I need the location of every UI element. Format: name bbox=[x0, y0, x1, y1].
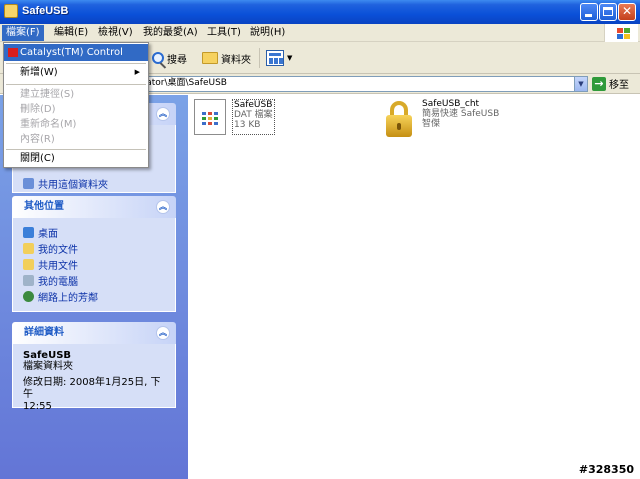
shared-documents-icon bbox=[23, 258, 34, 270]
link-desktop-label: 桌面 bbox=[38, 228, 58, 240]
search-icon bbox=[152, 52, 164, 64]
details-name: SafeUSB bbox=[23, 350, 72, 361]
link-my-computer[interactable]: 我的電腦 bbox=[23, 272, 165, 288]
details-modified: 修改日期: 2008年1月25日, 下午 bbox=[23, 377, 161, 400]
collapse-icon[interactable]: ︽ bbox=[156, 326, 170, 340]
go-arrow-icon: → bbox=[592, 76, 606, 91]
views-button[interactable]: ▼ bbox=[266, 47, 292, 69]
link-network-places-label: 網路上的芳鄰 bbox=[38, 292, 98, 304]
file-size: 13 KB bbox=[234, 120, 261, 130]
my-documents-icon bbox=[23, 242, 34, 254]
link-my-computer-label: 我的電腦 bbox=[38, 276, 78, 288]
file-description: 簡易快速 SafeUSB bbox=[422, 109, 500, 119]
menu-item-label: 建立捷徑(S) bbox=[20, 89, 75, 100]
menu-item-catalyst[interactable]: Catalyst(TM) Control Center bbox=[4, 44, 148, 75]
window-title: SafeUSB bbox=[22, 5, 69, 17]
folders-label: 資料夾 bbox=[221, 54, 251, 66]
menu-tools[interactable]: 工具(T) bbox=[203, 25, 245, 41]
menu-item-label: 新增(W) bbox=[20, 67, 58, 78]
file-item[interactable]: SafeUSB_cht 簡易快速 SafeUSB 智傑 bbox=[384, 99, 499, 139]
dat-file-icon bbox=[194, 99, 226, 135]
menu-view[interactable]: 檢視(V) bbox=[94, 25, 137, 41]
details-type: 檔案資料夾 bbox=[23, 361, 73, 372]
menu-item-label: 內容(R) bbox=[20, 134, 55, 145]
other-places-header[interactable]: 其他位置 ︽ bbox=[12, 196, 176, 218]
search-label: 搜尋 bbox=[167, 54, 187, 66]
details-header[interactable]: 詳細資料 ︽ bbox=[12, 322, 176, 344]
file-view[interactable]: SafeUSB DAT 檔案 13 KB SafeUSB_cht 簡易快速 Sa… bbox=[188, 95, 640, 479]
submenu-arrow-icon: ▶ bbox=[134, 68, 140, 76]
menu-item-label: 關閉(C) bbox=[20, 153, 55, 164]
folder-icon bbox=[202, 52, 218, 64]
file-name: SafeUSB bbox=[234, 100, 273, 110]
menu-favorites[interactable]: 我的最愛(A) bbox=[139, 25, 202, 41]
link-shared-documents-label: 共用文件 bbox=[38, 260, 78, 272]
file-type: DAT 檔案 bbox=[234, 110, 273, 120]
link-network-places[interactable]: 網路上的芳鄰 bbox=[23, 288, 165, 304]
views-icon bbox=[266, 50, 284, 66]
folder-icon bbox=[4, 4, 18, 18]
menu-edit[interactable]: 編輯(E) bbox=[50, 25, 92, 41]
share-folder-label: 共用這個資料夾 bbox=[38, 179, 108, 191]
maximize-button[interactable] bbox=[599, 3, 617, 21]
chevron-down-icon: ▼ bbox=[287, 54, 293, 62]
my-computer-icon bbox=[23, 274, 34, 286]
other-places-body: 桌面 我的文件 共用文件 我的電腦 網路上的芳鄰 bbox=[12, 218, 176, 312]
windows-logo-icon bbox=[604, 24, 638, 42]
catalyst-icon bbox=[8, 48, 18, 57]
collapse-icon[interactable]: ︽ bbox=[156, 200, 170, 214]
link-my-documents[interactable]: 我的文件 bbox=[23, 240, 165, 256]
link-my-documents-label: 我的文件 bbox=[38, 244, 78, 256]
menu-file[interactable]: 檔案(F) bbox=[2, 25, 44, 41]
other-places-title: 其他位置 bbox=[24, 201, 64, 212]
file-name: SafeUSB_cht bbox=[422, 99, 480, 109]
address-dropdown-button[interactable]: ▼ bbox=[574, 77, 587, 91]
minimize-icon bbox=[585, 14, 592, 17]
watermark: #328350 bbox=[578, 463, 634, 476]
close-icon: ✕ bbox=[621, 4, 633, 18]
search-button[interactable]: 搜尋 bbox=[152, 47, 187, 69]
share-icon bbox=[23, 177, 34, 189]
link-desktop[interactable]: 桌面 bbox=[23, 224, 165, 240]
go-button[interactable]: → 移至 bbox=[592, 76, 629, 91]
collapse-icon[interactable]: ︽ bbox=[156, 107, 170, 121]
menu-item-new[interactable]: 新增(W) ▶ bbox=[4, 64, 148, 81]
folders-button[interactable]: 資料夾 bbox=[202, 47, 251, 69]
share-folder-link[interactable]: 共用這個資料夾 bbox=[23, 175, 165, 191]
other-places-panel: 其他位置 ︽ 桌面 我的文件 共用文件 我的電腦 網路上的芳鄰 bbox=[12, 196, 176, 312]
menu-item-properties[interactable]: 內容(R) bbox=[4, 131, 148, 148]
title-bar: SafeUSB ✕ bbox=[0, 0, 640, 24]
details-body: SafeUSB 檔案資料夾 修改日期: 2008年1月25日, 下午 12:55 bbox=[12, 344, 176, 412]
menu-bar: 檔案(F) 編輯(E) 檢視(V) 我的最愛(A) 工具(T) 說明(H) bbox=[0, 24, 640, 42]
details-time: 12:55 bbox=[23, 401, 52, 412]
file-label: SafeUSB DAT 檔案 13 KB bbox=[232, 99, 275, 135]
maximize-icon bbox=[603, 7, 613, 16]
file-item[interactable]: SafeUSB DAT 檔案 13 KB bbox=[194, 99, 275, 135]
menu-item-label: 刪除(D) bbox=[20, 104, 56, 115]
desktop-icon bbox=[23, 226, 34, 238]
file-menu-dropdown: Catalyst(TM) Control Center 新增(W) ▶ 建立捷徑… bbox=[3, 42, 149, 168]
link-shared-documents[interactable]: 共用文件 bbox=[23, 256, 165, 272]
file-label: SafeUSB_cht 簡易快速 SafeUSB 智傑 bbox=[422, 99, 499, 139]
details-panel: 詳細資料 ︽ SafeUSB 檔案資料夾 修改日期: 2008年1月25日, 下… bbox=[12, 322, 176, 412]
go-label: 移至 bbox=[609, 80, 629, 91]
menu-item-close[interactable]: 關閉(C) bbox=[4, 150, 148, 167]
network-icon bbox=[23, 290, 34, 302]
close-button[interactable]: ✕ bbox=[618, 3, 636, 21]
menu-separator bbox=[6, 84, 146, 85]
details-title: 詳細資料 bbox=[24, 327, 64, 338]
menu-item-label: 重新命名(M) bbox=[20, 119, 77, 130]
file-company: 智傑 bbox=[422, 119, 441, 129]
toolbar-separator bbox=[259, 48, 260, 68]
minimize-button[interactable] bbox=[580, 3, 598, 21]
menu-help[interactable]: 說明(H) bbox=[246, 25, 289, 41]
lock-icon bbox=[384, 99, 416, 139]
